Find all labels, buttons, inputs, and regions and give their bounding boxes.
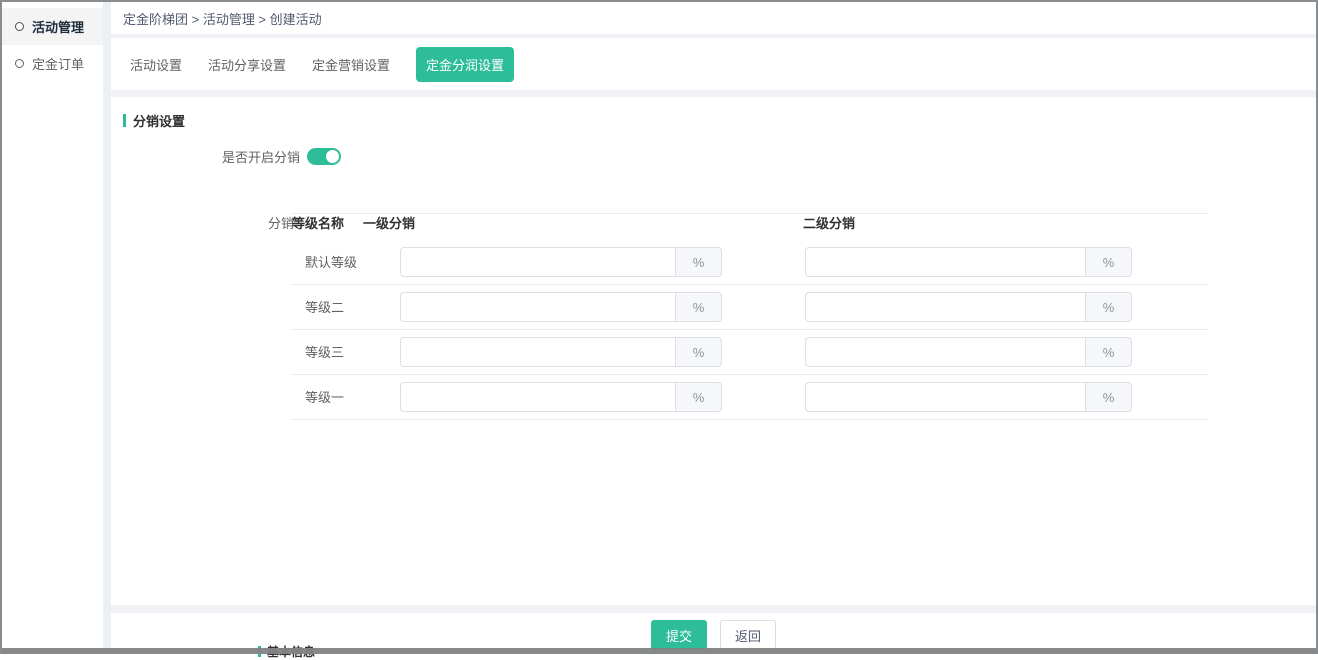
main-area: 定金阶梯团 > 活动管理 > 创建活动 活动设置 活动分享设置 定金营销设置 定… (111, 2, 1316, 648)
distribution-toggle[interactable] (307, 148, 341, 165)
table-header-row: 分销 等级名称 一级分销 二级分销 (268, 207, 1238, 240)
table-row: 默认等级 % % (290, 240, 1208, 285)
column-header-level1: 一级分销 (363, 213, 415, 232)
breadcrumb: 定金阶梯团 > 活动管理 > 创建活动 (111, 2, 1316, 34)
percent-unit: % (1085, 247, 1132, 277)
sidebar-item-label: 活动管理 (32, 17, 84, 36)
column-header-level2: 二级分销 (803, 213, 855, 232)
window-bottom-edge (0, 648, 1318, 654)
toggle-row: 是否开启分销 (111, 147, 341, 166)
percent-unit: % (1085, 292, 1132, 322)
sidebar: 活动管理 定金订单 (2, 2, 103, 648)
circle-icon (15, 59, 24, 68)
level1-percent-input[interactable] (400, 382, 675, 412)
table-row: 等级二 % % (290, 285, 1208, 330)
toggle-knob (326, 150, 339, 163)
sidebar-item-label: 定金订单 (32, 54, 84, 73)
level1-percent-input[interactable] (400, 337, 675, 367)
tab-activity-share-settings[interactable]: 活动分享设置 (208, 47, 286, 82)
sidebar-item-activity-management[interactable]: 活动管理 (2, 8, 103, 45)
tab-deposit-marketing-settings[interactable]: 定金营销设置 (312, 47, 390, 82)
level1-percent-input[interactable] (400, 292, 675, 322)
table-row: 等级三 % % (290, 330, 1208, 375)
tab-deposit-profit-settings[interactable]: 定金分润设置 (416, 47, 514, 82)
section-title: 分销设置 (123, 111, 185, 130)
column-header-level-name: 等级名称 (292, 213, 344, 232)
distribution-settings-card: 分销设置 是否开启分销 分销 等级名称 一级分销 二级分销 默认等级 % (111, 97, 1316, 605)
percent-unit: % (675, 292, 722, 322)
tab-bar: 活动设置 活动分享设置 定金营销设置 定金分润设置 (111, 38, 1316, 90)
sidebar-divider (103, 2, 111, 648)
breadcrumb-text: 定金阶梯团 > 活动管理 > 创建活动 (123, 9, 322, 28)
row-level-name: 等级三 (305, 330, 344, 375)
level2-percent-input[interactable] (805, 382, 1085, 412)
footer-action-bar: 提交 返回 基本信息 (111, 613, 1316, 650)
section-accent-bar (123, 114, 126, 127)
row-level-name: 默认等级 (305, 240, 357, 285)
sidebar-item-deposit-orders[interactable]: 定金订单 (2, 45, 103, 82)
back-button[interactable]: 返回 (720, 620, 776, 650)
percent-unit: % (1085, 382, 1132, 412)
percent-unit: % (1085, 337, 1132, 367)
level1-percent-input[interactable] (400, 247, 675, 277)
header-divider (290, 213, 1208, 214)
level2-percent-input[interactable] (805, 247, 1085, 277)
circle-icon (15, 22, 24, 31)
tab-activity-settings[interactable]: 活动设置 (130, 47, 182, 82)
distribution-table: 分销 等级名称 一级分销 二级分销 默认等级 % % 等级二 (268, 207, 1238, 420)
section-title-text: 分销设置 (133, 111, 185, 130)
submit-button[interactable]: 提交 (651, 620, 707, 650)
percent-unit: % (675, 337, 722, 367)
level2-percent-input[interactable] (805, 337, 1085, 367)
percent-unit: % (675, 382, 722, 412)
percent-unit: % (675, 247, 722, 277)
row-level-name: 等级一 (305, 375, 344, 420)
table-row: 等级一 % % (290, 375, 1208, 420)
toggle-label: 是否开启分销 (111, 147, 300, 166)
row-level-name: 等级二 (305, 285, 344, 330)
table-row-label-header: 分销 (268, 213, 294, 232)
level2-percent-input[interactable] (805, 292, 1085, 322)
